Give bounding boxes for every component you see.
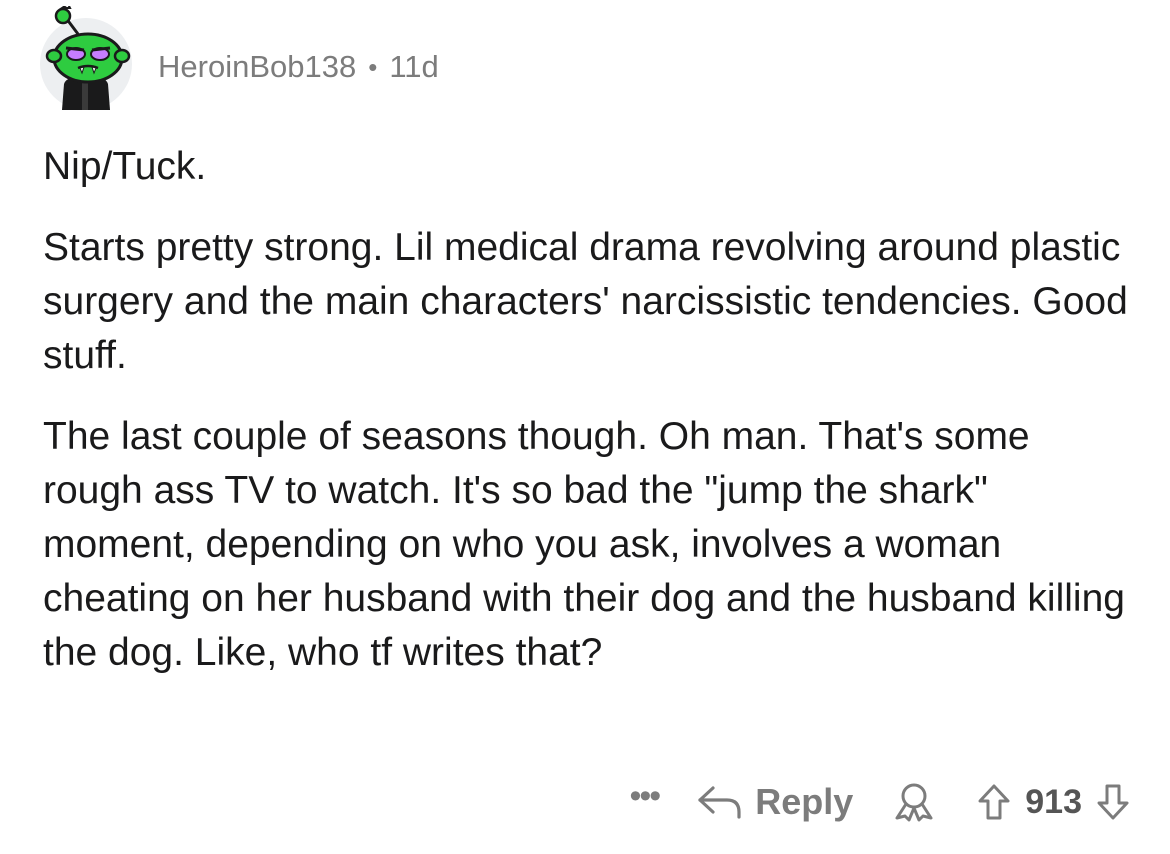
comment-age: 11d <box>389 49 439 84</box>
comment-paragraph: Starts pretty strong. Lil medical drama … <box>43 226 1128 377</box>
comment-header: HeroinBob138 • 11d <box>36 2 439 110</box>
comment-meta: HeroinBob138 • 11d <box>158 49 439 85</box>
comment-paragraph: The last couple of seasons though. Oh ma… <box>43 415 1125 674</box>
reply-arrow-icon <box>698 786 741 819</box>
vote-controls: 913 <box>977 783 1130 822</box>
award-icon <box>895 783 933 822</box>
snoo-avatar-icon <box>40 2 132 110</box>
downvote-arrow-icon[interactable] <box>1096 783 1130 821</box>
more-options-icon[interactable]: ••• <box>630 779 662 813</box>
reply-label: Reply <box>755 781 854 822</box>
username-link[interactable]: HeroinBob138 <box>158 49 356 85</box>
comment-actions: ••• Reply 913 <box>630 774 1131 830</box>
comment-body: Nip/Tuck. Starts pretty strong. Lil medi… <box>43 140 1133 707</box>
vote-score: 913 <box>1025 782 1082 821</box>
award-button[interactable] <box>891 782 937 822</box>
user-avatar[interactable] <box>36 2 136 110</box>
upvote-arrow-icon[interactable] <box>977 783 1011 821</box>
reply-button[interactable]: Reply <box>697 781 853 823</box>
meta-separator: • <box>368 51 378 82</box>
comment-paragraph: Nip/Tuck. <box>43 145 207 188</box>
